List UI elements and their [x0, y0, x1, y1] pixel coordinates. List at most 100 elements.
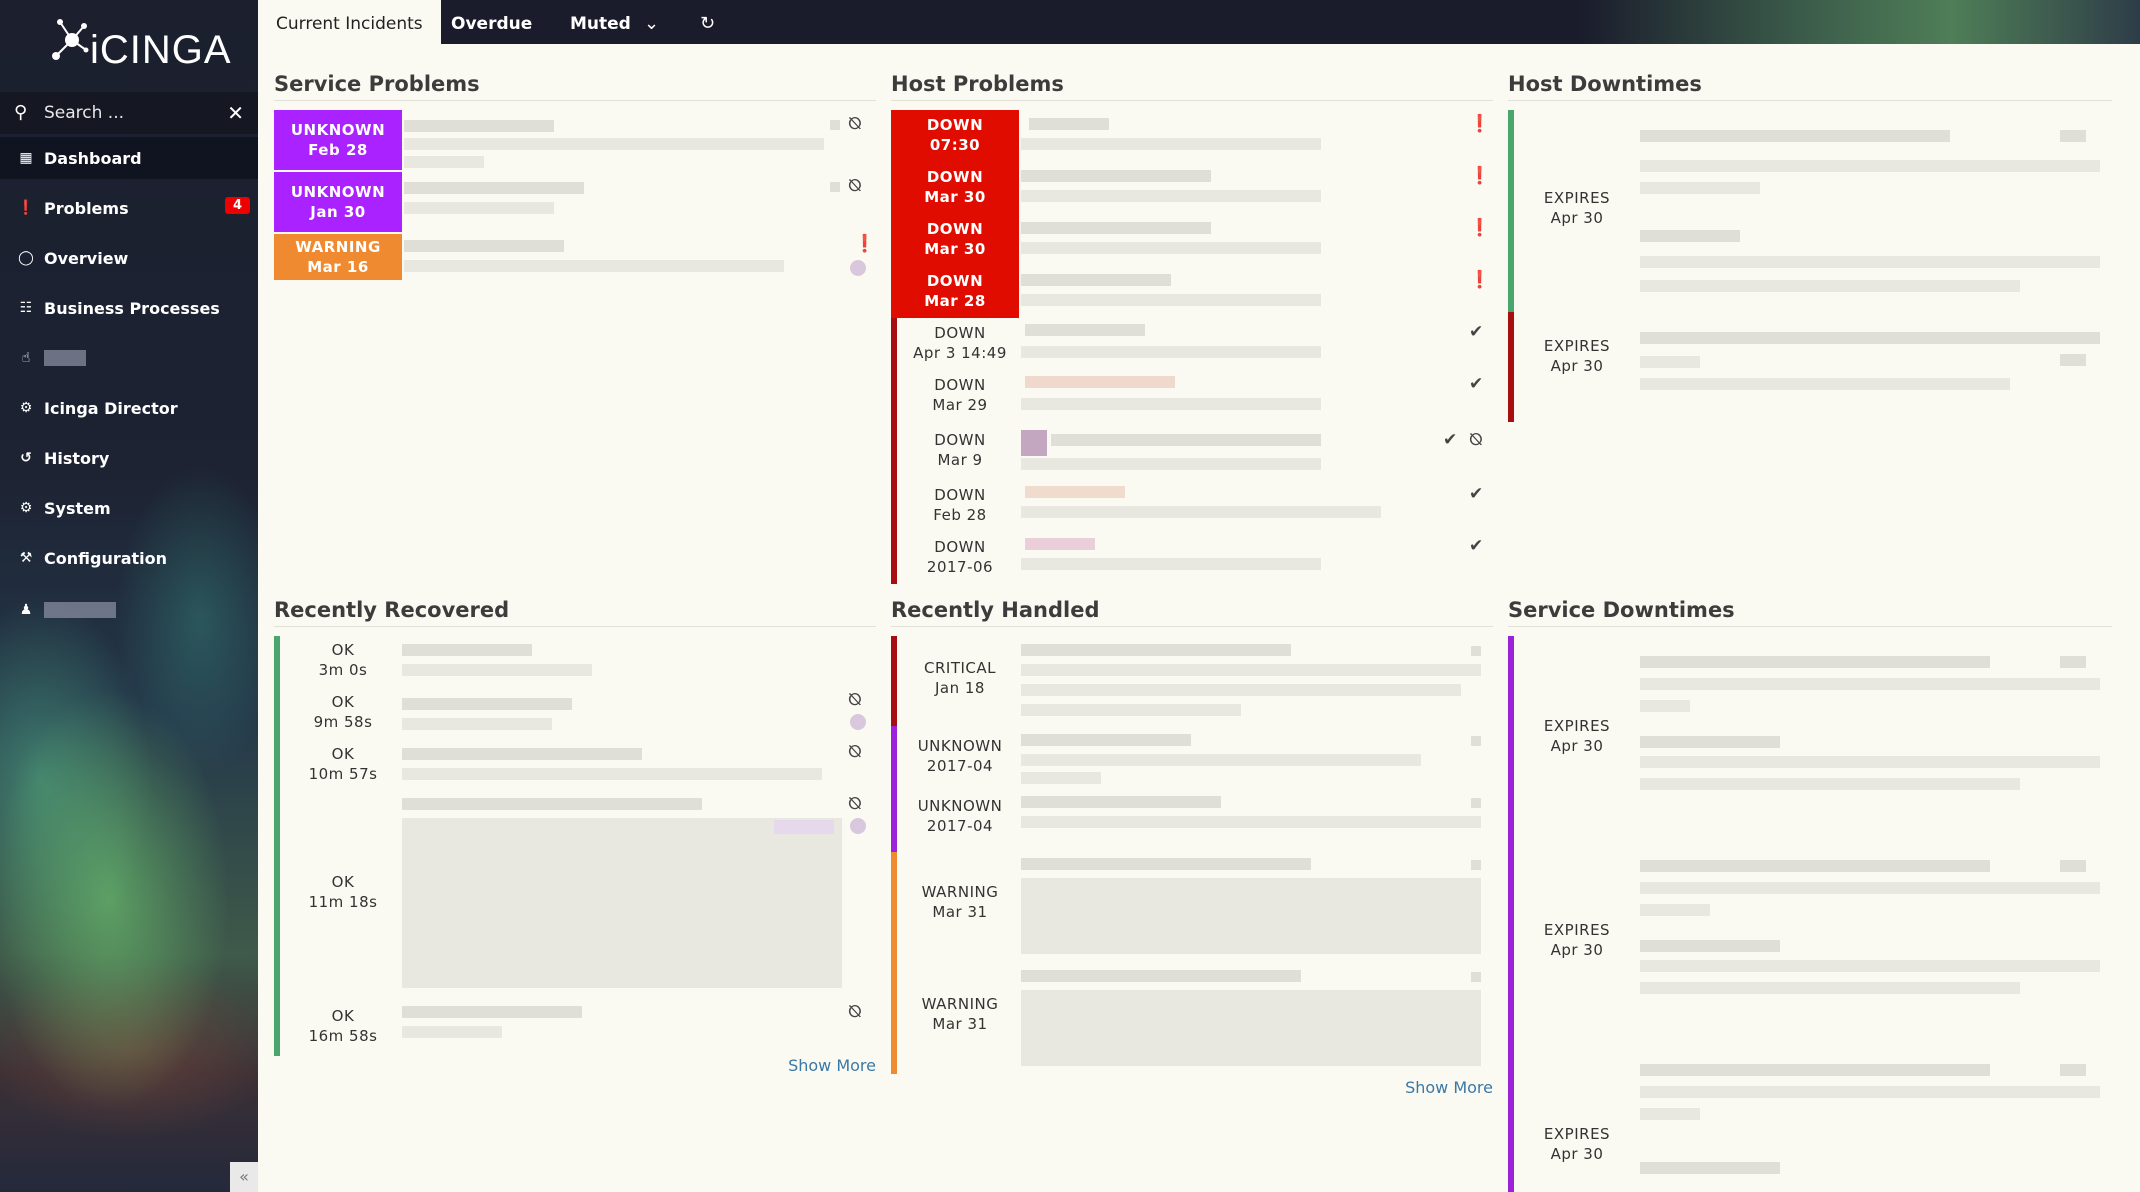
service-problem-row[interactable]: UNKNOWN Feb 28 ⦰ [274, 110, 876, 170]
host-problem-row[interactable]: DOWN Mar 29 ✔ [891, 370, 1493, 422]
search-input[interactable]: Search ... [44, 103, 227, 123]
search-bar[interactable]: ⚲ Search ... ✕ [0, 92, 258, 134]
sidebar-item-label: History [44, 448, 110, 468]
handled-row[interactable]: CRITICAL Jan 18 [891, 636, 1493, 726]
user-icon: ♟ [19, 602, 33, 618]
state-label: UNKNOWN [290, 121, 386, 139]
dashlet-title: Host Downtimes [1508, 72, 2112, 101]
host-problem-row[interactable]: DOWN 07:30 ❗ [891, 110, 1493, 162]
recovered-row[interactable]: OK 11m 18s ⦰ [274, 792, 876, 998]
host-downtime-row[interactable]: EXPIRES Apr 30 [1508, 312, 2112, 422]
state-time: 10m 57s [308, 765, 378, 783]
handled-row[interactable]: WARNING Mar 31 [891, 964, 1493, 1074]
host-problem-row[interactable]: DOWN Mar 9 ✔ ⦰ [891, 422, 1493, 480]
dashlet-service-problems: Service Problems UNKNOWN Feb 28 ⦰ UNKNOW… [274, 72, 876, 292]
sidebar-item-business-processes[interactable]: ☷ Business Processes [0, 287, 258, 329]
dashlet-host-problems: Host Problems DOWN 07:30 ❗ DOWN Mar 30 ❗… [891, 72, 1493, 592]
refresh-icon[interactable]: ↻ [700, 0, 715, 44]
state-label: DOWN [926, 220, 984, 238]
icinga-logo[interactable]: iCINGA [50, 14, 231, 76]
chevron-down-icon[interactable]: ⌄ [644, 0, 659, 44]
state-label: WARNING [921, 883, 999, 901]
state-time: 2017-06 [926, 558, 994, 576]
state-time: Mar 9 [937, 451, 983, 469]
sidebar-item-history[interactable]: ↺ History [0, 437, 258, 479]
state-label: DOWN [926, 168, 984, 186]
recovered-row[interactable]: OK 9m 58s ⦰ [274, 688, 876, 740]
host-problem-row[interactable]: DOWN Mar 28 ❗ [891, 266, 1493, 318]
problems-icon: ❗ [17, 200, 35, 216]
host-problem-row[interactable]: DOWN 2017-06 ✔ [891, 532, 1493, 584]
service-problem-row[interactable]: UNKNOWN Jan 30 ⦰ [274, 172, 876, 232]
state-badge: DOWN Mar 30 [891, 162, 1019, 214]
state-label: UNKNOWN [917, 797, 1003, 815]
show-more-link[interactable]: Show More [1405, 1078, 1493, 1097]
unhandled-exclamation-icon: ❗ [1469, 218, 1491, 238]
host-problem-row[interactable]: DOWN Feb 28 ✔ [891, 480, 1493, 532]
host-problem-row[interactable]: DOWN Mar 30 ❗ [891, 214, 1493, 266]
state-label: DOWN [926, 116, 984, 134]
downtime-plug-icon: ⦰ [1469, 430, 1483, 450]
handled-row[interactable]: WARNING Mar 31 [891, 852, 1493, 964]
tab-current-incidents[interactable]: Current Incidents [258, 0, 441, 44]
state-time: Mar 28 [924, 292, 986, 310]
sidebar-item-label: System [44, 498, 111, 518]
collapse-sidebar-button[interactable]: « [230, 1162, 258, 1192]
handled-row[interactable]: UNKNOWN 2017-04 [891, 788, 1493, 852]
notifications-disabled-icon: ⦰ [848, 176, 862, 196]
unhandled-exclamation-icon: ❗ [854, 234, 876, 254]
status-dot [850, 818, 866, 834]
sidebar-item-user[interactable]: ♟ [0, 589, 258, 631]
show-more-link[interactable]: Show More [788, 1056, 876, 1075]
host-downtime-row[interactable]: EXPIRES Apr 30 [1508, 110, 2112, 312]
dashlet-title: Recently Handled [891, 598, 1493, 627]
thumbs-up-icon: ☝ [21, 350, 31, 366]
recovered-row[interactable]: OK 10m 57s ⦰ [274, 740, 876, 792]
sidebar-item-dashboard[interactable]: ▦ Dashboard [0, 137, 258, 179]
app-root: iCINGA ⚲ Search ... ✕ ▦ Dashboard ❗ Prob… [0, 0, 2140, 1192]
service-downtime-row[interactable]: EXPIRES Apr 30 [1508, 1044, 2112, 1190]
dashlet-title: Service Downtimes [1508, 598, 2112, 627]
state-badge: UNKNOWN 2017-04 [901, 796, 1019, 836]
service-downtime-row[interactable]: EXPIRES Apr 30 [1508, 840, 2112, 1044]
state-badge: EXPIRES Apr 30 [1518, 716, 1636, 756]
sidebar-item-system[interactable]: ⚙ System [0, 487, 258, 529]
tab-overdue[interactable]: Overdue [433, 0, 550, 44]
notifications-disabled-icon: ⦰ [848, 794, 862, 814]
state-time: 07:30 [929, 136, 981, 154]
state-badge: WARNING Mar 31 [901, 882, 1019, 922]
service-downtime-row[interactable]: EXPIRES Apr 30 [1508, 636, 2112, 840]
sidebar-item-label: Configuration [44, 548, 168, 568]
host-problem-row[interactable]: DOWN Mar 30 ❗ [891, 162, 1493, 214]
state-time: Jan 30 [310, 203, 366, 221]
state-badge: OK 16m 58s [284, 1006, 402, 1046]
dashboard-icon: ▦ [19, 150, 33, 166]
tab-muted[interactable]: Muted [552, 0, 649, 44]
state-time: Apr 3 14:49 [913, 344, 1007, 362]
state-time: Apr 30 [1550, 737, 1604, 755]
notifications-disabled-icon: ⦰ [848, 114, 862, 134]
search-icon: ⚲ [14, 102, 28, 123]
state-label: OK [331, 745, 355, 763]
binoculars-icon: ◯ [18, 250, 34, 266]
state-badge: OK 9m 58s [284, 692, 402, 732]
sidebar-item-overview[interactable]: ◯ Overview [0, 237, 258, 279]
handled-row[interactable]: UNKNOWN 2017-04 [891, 726, 1493, 788]
clear-search-icon[interactable]: ✕ [227, 101, 244, 125]
sitemap-icon: ☷ [19, 300, 33, 316]
state-time: 11m 18s [308, 893, 378, 911]
service-problem-row[interactable]: WARNING Mar 16 ❗ [274, 234, 876, 280]
state-badge: DOWN Mar 9 [901, 422, 1019, 480]
sidebar-item-problems[interactable]: ❗ Problems 4 [0, 187, 258, 229]
sidebar-item-configuration[interactable]: ⚒ Configuration [0, 537, 258, 579]
state-label: OK [331, 1007, 355, 1025]
sidebar-item-redacted-1[interactable]: ☝ [0, 337, 258, 379]
state-badge: DOWN 07:30 [891, 110, 1019, 162]
state-time: Apr 30 [1550, 1145, 1604, 1163]
recovered-row[interactable]: OK 3m 0s [274, 636, 876, 688]
sidebar-item-icinga-director[interactable]: ⚙ Icinga Director [0, 387, 258, 429]
host-problem-row[interactable]: DOWN Apr 3 14:49 ✔ [891, 318, 1493, 370]
recovered-row[interactable]: OK 16m 58s ⦰ [274, 998, 876, 1056]
sidebar-item-label: Dashboard [44, 148, 142, 168]
state-badge: UNKNOWN Feb 28 [274, 110, 402, 170]
